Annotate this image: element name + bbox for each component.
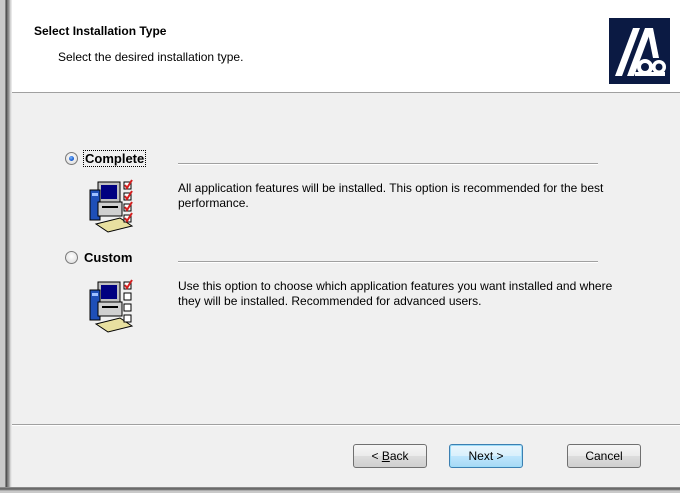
window-frame-bottom bbox=[0, 487, 680, 493]
page-title: Select Installation Type bbox=[34, 24, 167, 38]
cancel-label: Cancel bbox=[585, 449, 623, 463]
page-subtitle: Select the desired installation type. bbox=[58, 50, 244, 64]
installer-dialog: Select Installation Type Select the desi… bbox=[12, 0, 680, 487]
custom-divider bbox=[178, 261, 598, 263]
complete-setup-icon bbox=[86, 176, 146, 240]
back-button[interactable]: < Back bbox=[353, 444, 427, 468]
radio-unchecked-icon[interactable] bbox=[65, 251, 78, 264]
custom-label[interactable]: Custom bbox=[84, 250, 132, 265]
radio-checked-icon[interactable] bbox=[65, 152, 78, 165]
custom-setup-icon bbox=[86, 276, 146, 340]
window-frame-left bbox=[0, 0, 12, 493]
back-prefix: < bbox=[371, 449, 382, 463]
custom-radio[interactable]: Custom bbox=[65, 250, 132, 265]
back-mnemonic: B bbox=[381, 449, 390, 463]
installer-logo-icon bbox=[609, 18, 670, 84]
complete-label[interactable]: Complete bbox=[82, 150, 147, 167]
complete-radio[interactable]: Complete bbox=[65, 150, 147, 167]
footer-separator bbox=[12, 424, 680, 426]
custom-description: Use this option to choose which applicat… bbox=[178, 279, 613, 308]
header-banner: Select Installation Type Select the desi… bbox=[12, 0, 680, 93]
complete-description: All application features will be install… bbox=[178, 181, 604, 210]
next-label: Next > bbox=[468, 449, 504, 463]
back-label-rest: ack bbox=[389, 449, 409, 463]
complete-divider bbox=[178, 163, 598, 165]
next-button[interactable]: Next > bbox=[449, 444, 523, 468]
cancel-button[interactable]: Cancel bbox=[567, 444, 641, 468]
